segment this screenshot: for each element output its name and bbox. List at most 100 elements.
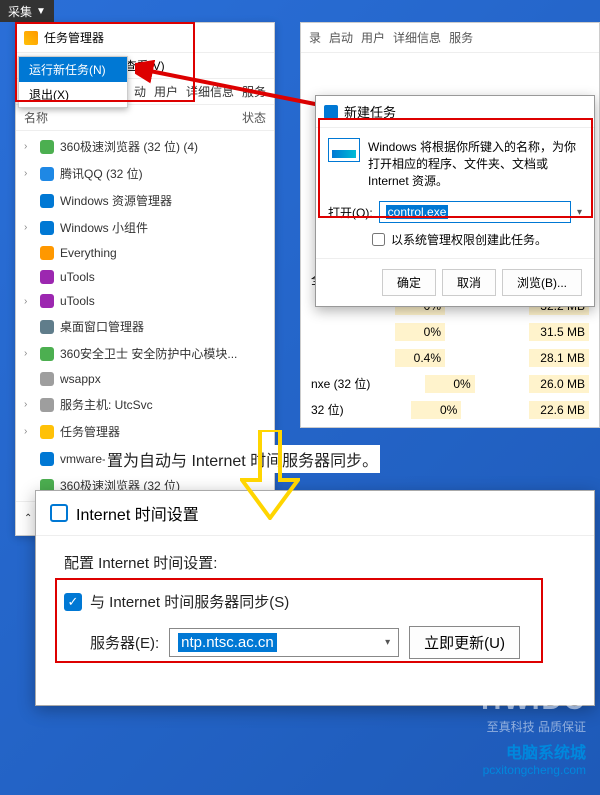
process-row[interactable]: ›360极速浏览器 (32 位) (4) [16, 133, 274, 160]
process-row[interactable]: ›Windows 小组件 [16, 214, 274, 241]
process-row[interactable]: 桌面窗口管理器 [16, 313, 274, 340]
update-now-button[interactable]: 立即更新(U) [409, 626, 520, 659]
process-row[interactable]: wsappx [16, 367, 274, 391]
cpu-pct: 0% [425, 375, 475, 393]
process-row[interactable]: uTools [16, 265, 274, 289]
process-row[interactable]: ›腾讯QQ (32 位) [16, 160, 274, 187]
admin-checkbox[interactable] [372, 233, 385, 246]
right-process-row[interactable]: 32 位)0%22.6 MB [301, 397, 599, 423]
process-icon [40, 347, 54, 361]
cpu-pct: 0.4% [395, 349, 445, 367]
file-menu-dropdown: 运行新任务(N) 退出(X) [18, 56, 128, 108]
mem-val: 26.0 MB [529, 375, 589, 393]
its-titlebar: Internet 时间设置 [36, 491, 594, 536]
menu-item-new-task[interactable]: 运行新任务(N) [19, 57, 127, 82]
expand-icon: › [24, 168, 34, 179]
tab-partial-2[interactable]: 详细信息 [186, 83, 234, 100]
tab-partial-1[interactable]: 用户 [154, 83, 178, 100]
admin-checkbox-label: 以系统管理权限创建此任务。 [391, 231, 547, 248]
clock-settings-icon [50, 504, 68, 522]
process-icon [40, 320, 54, 334]
expand-icon: › [24, 141, 34, 152]
tab-partial-3[interactable]: 服务 [242, 83, 266, 100]
sync-description-text: 置为自动与 Internet 时间服务器同步。 [105, 445, 380, 473]
col-status: 状态 [242, 109, 266, 126]
process-icon [40, 140, 54, 154]
process-name: Windows 资源管理器 [60, 192, 172, 209]
ok-button[interactable]: 确定 [382, 269, 436, 296]
browse-button[interactable]: 浏览(B)... [502, 269, 582, 296]
process-icon [40, 221, 54, 235]
right-process-row[interactable]: nxe (32 位) 0% 26.0 MB [301, 371, 599, 397]
process-icon [40, 167, 54, 181]
process-icon [40, 452, 54, 466]
process-row[interactable]: ›360安全卫士 安全防护中心模块... [16, 340, 274, 367]
server-row: 服务器(E): ntp.ntsc.ac.cn ▾ 立即更新(U) [90, 626, 566, 659]
expand-icon: › [24, 296, 34, 307]
new-task-description: Windows 将根据你所键入的名称，为你打开相应的程序、文件夹、文档或 Int… [368, 138, 582, 189]
dropdown-caret-icon[interactable]: ▾ [577, 207, 582, 218]
chevron-down-icon: ▾ [385, 637, 390, 648]
new-task-buttons: 确定 取消 浏览(B)... [316, 258, 594, 306]
task-manager-icon [24, 31, 38, 45]
capture-toolbar[interactable]: 采集 ▼ [0, 0, 54, 22]
cpu-pct: 0% [411, 401, 461, 419]
open-input[interactable]: control.exe [379, 201, 571, 223]
process-row[interactable]: Windows 资源管理器 [16, 187, 274, 214]
sync-checkbox-label: 与 Internet 时间服务器同步(S) [90, 591, 289, 612]
cancel-button[interactable]: 取消 [442, 269, 496, 296]
rtab-3[interactable]: 详细信息 [393, 29, 441, 46]
watermark-subtitle: 至真科技 品质保证 [481, 718, 586, 735]
watermark-site: 电脑系统城 [481, 739, 586, 763]
task-manager-title: 任务管理器 [44, 29, 104, 46]
process-icon [40, 246, 54, 260]
sync-checkbox[interactable]: ✓ [64, 593, 82, 611]
open-input-value: control.exe [386, 205, 449, 219]
expand-icon: › [24, 426, 34, 437]
process-row[interactable]: › uTools [16, 289, 274, 313]
rtab-2[interactable]: 用户 [361, 29, 385, 46]
watermark-logo: HWIDC [481, 684, 586, 716]
right-tabs: 录 启动 用户 详细信息 服务 [301, 23, 599, 53]
tab-partial-0[interactable]: 动 [134, 83, 146, 100]
sync-checkbox-row: ✓ 与 Internet 时间服务器同步(S) [64, 591, 566, 612]
process-row[interactable]: ›服务主机: UtcSvc [16, 391, 274, 418]
open-label: 打开(O): [328, 204, 373, 221]
watermark: HWIDC 至真科技 品质保证 电脑系统城 pcxitongcheng.com [481, 684, 586, 777]
right-row-name: nxe (32 位) [311, 375, 370, 393]
run-icon [328, 138, 360, 162]
expand-icon: › [24, 348, 34, 359]
its-title: Internet 时间设置 [76, 501, 199, 525]
process-icon [40, 425, 54, 439]
admin-checkbox-row: 以系统管理权限创建此任务。 [372, 231, 582, 248]
task-manager-titlebar: 任务管理器 [16, 23, 274, 53]
mem-val: 31.5 MB [529, 323, 589, 341]
right-process-row[interactable]: 0%31.5 MB [301, 319, 599, 345]
process-row[interactable]: Everything [16, 241, 274, 265]
process-name: Windows 小组件 [60, 219, 148, 236]
right-process-row[interactable]: 0.4% 28.1 MB [301, 345, 599, 371]
rtab-4[interactable]: 服务 [449, 29, 473, 46]
rtab-1[interactable]: 启动 [329, 29, 353, 46]
process-name: 服务主机: UtcSvc [60, 396, 153, 413]
process-icon [40, 270, 54, 284]
menu-view[interactable]: 查看(V) [125, 57, 165, 74]
menu-item-exit[interactable]: 退出(X) [19, 82, 127, 107]
process-row[interactable]: › 任务管理器 [16, 418, 274, 445]
server-select[interactable]: ntp.ntsc.ac.cn ▾ [169, 628, 399, 657]
right-row-name: 32 位) [311, 401, 344, 419]
task-manager-col-header: 名称 状态 [16, 105, 274, 131]
chevron-up-icon: ⌃ [24, 513, 32, 524]
chevron-down-icon: ▼ [36, 6, 46, 17]
mem-val: 28.1 MB [529, 349, 589, 367]
server-label: 服务器(E): [90, 632, 159, 653]
rtab-0[interactable]: 录 [309, 29, 321, 46]
process-name: 任务管理器 [60, 423, 120, 440]
process-icon [40, 294, 54, 308]
new-task-titlebar: 新建任务 [316, 96, 594, 128]
col-name: 名称 [24, 109, 48, 126]
process-icon [40, 194, 54, 208]
process-name: uTools [60, 294, 95, 308]
new-task-icon [324, 105, 338, 119]
open-input-row: 打开(O): control.exe ▾ [328, 201, 582, 223]
